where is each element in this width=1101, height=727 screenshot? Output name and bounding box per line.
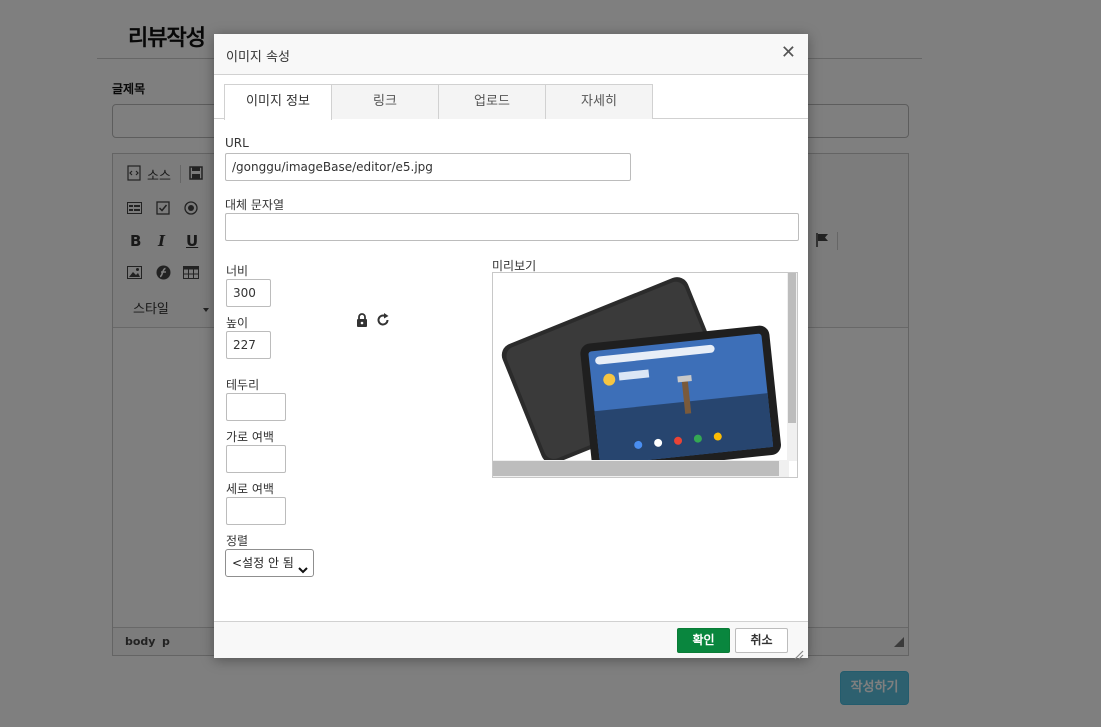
image-properties-dialog: 이미지 속성 ✕ 이미지 정보 링크 업로드 자세히 URL 대체 문자열 너비… (214, 34, 808, 660)
vspace-label: 세로 여백 (226, 482, 274, 496)
width-label: 너비 (226, 264, 249, 278)
preview-vertical-scrollbar[interactable] (787, 273, 797, 461)
url-input[interactable] (225, 153, 631, 181)
close-icon[interactable]: ✕ (781, 43, 796, 63)
vspace-input[interactable] (226, 497, 286, 525)
dialog-tabs: 이미지 정보 링크 업로드 자세히 (214, 75, 808, 120)
preview-vertical-scrollbar-thumb[interactable] (788, 273, 796, 423)
alt-text-input[interactable] (225, 213, 799, 241)
tab-advanced[interactable]: 자세히 (545, 84, 653, 119)
tab-upload[interactable]: 업로드 (438, 84, 546, 119)
dialog-footer: 확인 취소 (214, 621, 808, 660)
dialog-title: 이미지 속성 (226, 50, 290, 65)
ok-button[interactable]: 확인 (677, 628, 730, 653)
preview-horizontal-scrollbar-thumb[interactable] (493, 461, 779, 476)
preview-horizontal-scrollbar[interactable] (493, 460, 789, 477)
hspace-label: 가로 여백 (226, 430, 274, 444)
align-select[interactable]: <설정 안 됨> (225, 549, 314, 577)
dialog-resize-icon[interactable] (794, 645, 804, 660)
width-input[interactable] (226, 279, 271, 307)
chevron-down-icon (298, 558, 308, 574)
tab-link[interactable]: 링크 (331, 84, 439, 119)
tab-image-info[interactable]: 이미지 정보 (224, 84, 332, 120)
align-selected-value: <설정 안 됨> (232, 556, 294, 570)
height-label: 높이 (226, 316, 249, 330)
dialog-header: 이미지 속성 ✕ (214, 34, 808, 75)
reset-size-icon[interactable] (376, 312, 390, 326)
hspace-input[interactable] (226, 445, 286, 473)
tablet-image (501, 277, 781, 473)
align-label: 정렬 (226, 534, 249, 548)
border-input[interactable] (226, 393, 286, 421)
image-preview (492, 272, 798, 478)
border-label: 테두리 (226, 378, 260, 392)
height-input[interactable] (226, 331, 271, 359)
url-label: URL (225, 136, 249, 150)
cancel-button[interactable]: 취소 (735, 628, 788, 653)
alt-text-label: 대체 문자열 (225, 198, 285, 212)
lock-icon[interactable] (356, 312, 370, 327)
